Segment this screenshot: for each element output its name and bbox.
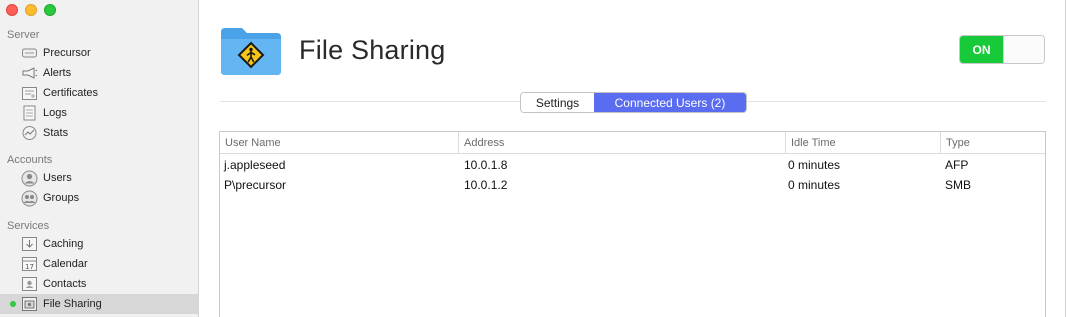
file-sharing-icon [21,296,38,312]
cell-type: SMB [945,178,972,192]
column-header-type[interactable]: Type [940,132,1045,154]
sidebar-item-label: Stats [43,127,69,139]
cell-address: 10.0.1.2 [464,178,508,192]
tab-settings[interactable]: Settings [521,93,594,112]
main-content: File Sharing ON Settings Connected Users… [200,0,1066,317]
cell-address: 10.0.1.8 [464,158,508,172]
sidebar-section-services: Services [7,220,50,232]
cell-idle-time: 0 minutes [788,158,841,172]
sidebar-item-label: Alerts [43,67,72,79]
sidebar-item-label: File Sharing [43,298,102,310]
sidebar-item-label: Calendar [43,258,88,270]
page-title: File Sharing [299,35,446,65]
sidebar-item-label: Certificates [43,87,99,99]
caching-icon [21,236,38,252]
column-header-user-name[interactable]: User Name [220,132,458,154]
cell-user-name: P\precursor [224,178,287,192]
sidebar-item-label: Groups [43,192,80,204]
table-header: User Name Address Idle Time Type [220,132,1045,154]
column-header-idle-time[interactable]: Idle Time [785,132,940,154]
server-icon [21,45,38,61]
service-on-off-toggle[interactable]: ON [959,35,1045,64]
sidebar-item-label: Users [43,172,72,184]
sidebar-item-logs[interactable]: Logs [0,103,199,123]
sidebar-item-label: Logs [43,107,67,119]
table-row[interactable]: j.appleseed 10.0.1.8 0 minutes AFP [220,155,1045,175]
sidebar-item-calendar[interactable]: 17 Calendar [0,254,199,274]
tab-connected-users[interactable]: Connected Users (2) [594,93,746,112]
connected-users-table: User Name Address Idle Time Type j.apple… [219,131,1046,317]
megaphone-icon [21,65,38,81]
calendar-icon: 17 [21,256,38,272]
shared-folder-icon [220,26,282,76]
sidebar: Server Precursor Alerts Certificates Log… [0,0,199,317]
sidebar-item-label: Contacts [43,278,87,290]
zoom-window-button[interactable] [44,4,56,16]
sidebar-item-caching[interactable]: Caching [0,234,199,254]
window-controls [6,4,56,16]
cell-user-name: j.appleseed [224,158,286,172]
sidebar-item-stats[interactable]: Stats [0,123,199,143]
sidebar-item-contacts[interactable]: Contacts [0,274,199,294]
table-row[interactable]: P\precursor 10.0.1.2 0 minutes SMB [220,175,1045,195]
column-header-address[interactable]: Address [458,132,785,154]
log-document-icon [21,105,38,121]
toggle-knob[interactable] [1003,36,1044,63]
segmented-tab-control: Settings Connected Users (2) [520,92,747,113]
sidebar-item-certificates[interactable]: Certificates [0,83,199,103]
sidebar-item-file-sharing[interactable]: File Sharing [0,294,199,314]
sidebar-item-alerts[interactable]: Alerts [0,63,199,83]
sidebar-section-accounts: Accounts [7,154,53,166]
user-icon [21,170,38,186]
close-window-button[interactable] [6,4,18,16]
sidebar-item-groups[interactable]: Groups [0,188,199,208]
cell-idle-time: 0 minutes [788,178,841,192]
sidebar-item-precursor[interactable]: Precursor [0,43,199,63]
sidebar-item-label: Caching [43,238,84,250]
server-app-window: Server Precursor Alerts Certificates Log… [0,0,1066,317]
sidebar-item-users[interactable]: Users [0,168,199,188]
sidebar-section-server: Server [7,29,40,41]
svg-text:17: 17 [25,263,34,271]
service-running-indicator [10,301,16,307]
minimize-window-button[interactable] [25,4,37,16]
cell-type: AFP [945,158,969,172]
certificate-icon [21,85,38,101]
group-icon [21,190,38,206]
gauge-icon [21,125,38,141]
sidebar-item-label: Precursor [43,47,91,59]
contacts-icon [21,276,38,292]
toggle-on-label: ON [960,36,1003,63]
